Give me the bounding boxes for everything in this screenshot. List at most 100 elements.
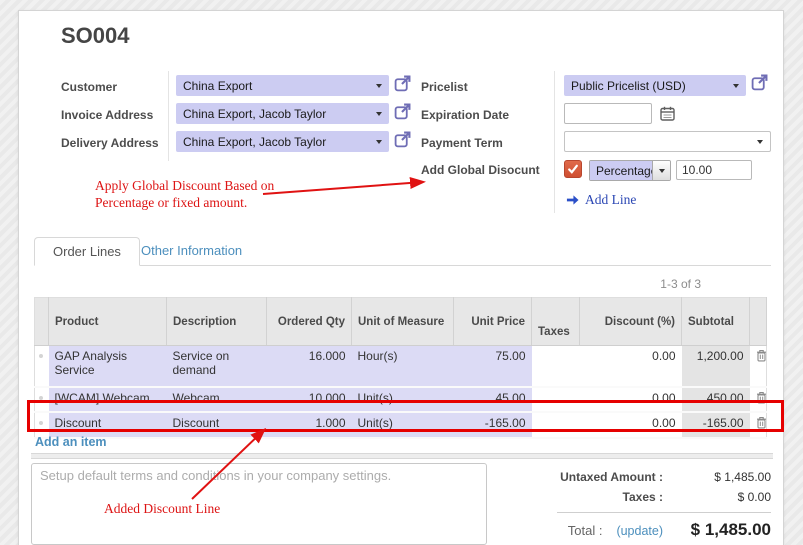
global-discount-type-button[interactable] [652, 161, 670, 180]
chevron-down-icon [659, 169, 665, 173]
tab-order-lines-label: Order Lines [53, 244, 121, 259]
col-actions [750, 298, 767, 346]
col-unit-of-measure[interactable]: Unit of Measure [352, 298, 454, 346]
invoice-address-select[interactable]: China Export, Jacob Taylor [176, 103, 389, 124]
calendar-icon[interactable] [660, 106, 677, 123]
chevron-down-icon [733, 84, 739, 88]
tab-other-information[interactable]: Other Information [141, 243, 242, 258]
table-footer-strip [31, 453, 773, 459]
col-discount[interactable]: Discount (%) [580, 298, 682, 346]
arrow-right-icon [566, 194, 579, 206]
cell-taxes[interactable] [532, 412, 580, 438]
row-drag-handle[interactable] [35, 346, 49, 387]
delivery-address-label: Delivery Address [61, 136, 159, 150]
global-discount-label: Add Global Disocunt [421, 163, 540, 177]
delete-row-icon[interactable] [750, 412, 767, 438]
cell-subtotal: -165.00 [682, 412, 750, 438]
cell-description[interactable]: Discount [167, 412, 267, 438]
total-value: $ 1,485.00 [663, 520, 771, 540]
customer-open-record-icon[interactable] [394, 75, 411, 92]
cell-taxes[interactable] [532, 387, 580, 412]
pricelist-value: Public Pricelist (USD) [571, 79, 686, 93]
cell-description[interactable]: Webcam [167, 387, 267, 412]
delivery-address-open-record-icon[interactable] [394, 131, 411, 148]
cell-unit-price[interactable]: 75.00 [454, 346, 532, 387]
update-total-link[interactable]: (update) [616, 524, 663, 538]
taxes-row: Taxes : $ 0.00 [439, 487, 771, 507]
global-discount-amount-input[interactable] [676, 160, 752, 180]
pricelist-open-record-icon[interactable] [751, 74, 768, 91]
add-line-label: Add Line [585, 192, 636, 208]
row-drag-handle[interactable] [35, 412, 49, 438]
chevron-down-icon [757, 140, 763, 144]
terms-notes-input[interactable]: Setup default terms and conditions in yo… [31, 463, 487, 545]
cell-product[interactable]: GAP Analysis Service [49, 346, 167, 387]
cell-discount[interactable]: 0.00 [580, 387, 682, 412]
label-divider [168, 71, 169, 161]
cell-subtotal: 1,200.00 [682, 346, 750, 387]
col-taxes[interactable]: Taxes [532, 298, 580, 346]
pager: 1-3 of 3 [589, 277, 701, 291]
col-description[interactable]: Description [167, 298, 267, 346]
payment-term-select[interactable] [564, 131, 771, 152]
total-label: Total : [568, 523, 603, 538]
global-discount-type-select[interactable]: Percentage [589, 160, 671, 181]
cell-uom[interactable]: Hour(s) [352, 346, 454, 387]
sale-order-form: SO004 Customer Invoice Address Delivery … [18, 10, 784, 545]
cell-product[interactable]: [WCAM] Webcam [49, 387, 167, 412]
untaxed-amount-value: $ 1,485.00 [663, 470, 771, 484]
cell-uom[interactable]: Unit(s) [352, 387, 454, 412]
customer-value: China Export [183, 79, 252, 93]
cell-discount[interactable]: 0.00 [580, 412, 682, 438]
delivery-address-value: China Export, Jacob Taylor [183, 135, 326, 149]
cell-qty[interactable]: 16.000 [267, 346, 352, 387]
cell-discount[interactable]: 0.00 [580, 346, 682, 387]
cell-uom[interactable]: Unit(s) [352, 412, 454, 438]
payment-term-label: Payment Term [421, 136, 503, 150]
order-line-row-discount: Discount Discount 1.000 Unit(s) -165.00 … [35, 412, 767, 438]
cell-taxes[interactable] [532, 346, 580, 387]
chevron-down-icon [376, 112, 382, 116]
customer-label: Customer [61, 80, 117, 94]
tab-order-lines[interactable]: Order Lines [34, 237, 140, 266]
add-an-item-link[interactable]: Add an item [35, 435, 107, 449]
total-row: Total : (update) $ 1,485.00 [439, 517, 771, 543]
invoice-address-value: China Export, Jacob Taylor [183, 107, 326, 121]
label-divider [554, 71, 555, 213]
delivery-address-select[interactable]: China Export, Jacob Taylor [176, 131, 389, 152]
invoice-address-open-record-icon[interactable] [394, 103, 411, 120]
col-unit-price[interactable]: Unit Price [454, 298, 532, 346]
global-discount-checkbox[interactable] [564, 160, 582, 178]
cell-qty[interactable]: 1.000 [267, 412, 352, 438]
order-line-row: GAP Analysis Service Service on demand 1… [35, 346, 767, 387]
cell-product[interactable]: Discount [49, 412, 167, 438]
delete-row-icon[interactable] [750, 387, 767, 412]
cell-subtotal: 450.00 [682, 387, 750, 412]
taxes-label: Taxes : [623, 490, 663, 504]
col-ordered-qty[interactable]: Ordered Qty [267, 298, 352, 346]
cell-description[interactable]: Service on demand [167, 346, 267, 387]
totals-summary: Untaxed Amount : $ 1,485.00 Taxes : $ 0.… [439, 467, 771, 543]
totals-divider [557, 512, 771, 513]
chevron-down-icon [376, 84, 382, 88]
table-header-row: Product Description Ordered Qty Unit of … [35, 298, 767, 346]
taxes-value: $ 0.00 [663, 490, 771, 504]
expiration-date-input[interactable] [564, 103, 652, 124]
cell-qty[interactable]: 10.000 [267, 387, 352, 412]
customer-select[interactable]: China Export [176, 75, 389, 96]
cell-unit-price[interactable]: 45.00 [454, 387, 532, 412]
col-product[interactable]: Product [49, 298, 167, 346]
page-title: SO004 [61, 23, 130, 49]
delete-row-icon[interactable] [750, 346, 767, 387]
pricelist-select[interactable]: Public Pricelist (USD) [564, 75, 746, 96]
cell-unit-price[interactable]: -165.00 [454, 412, 532, 438]
row-drag-handle[interactable] [35, 387, 49, 412]
add-line-button[interactable]: Add Line [566, 192, 636, 208]
order-line-row: [WCAM] Webcam Webcam 10.000 Unit(s) 45.0… [35, 387, 767, 412]
col-subtotal[interactable]: Subtotal [682, 298, 750, 346]
expiration-date-label: Expiration Date [421, 108, 509, 122]
pricelist-label: Pricelist [421, 80, 468, 94]
order-lines-table: Product Description Ordered Qty Unit of … [34, 297, 767, 439]
invoice-address-label: Invoice Address [61, 108, 153, 122]
tabs-divider [34, 265, 771, 266]
